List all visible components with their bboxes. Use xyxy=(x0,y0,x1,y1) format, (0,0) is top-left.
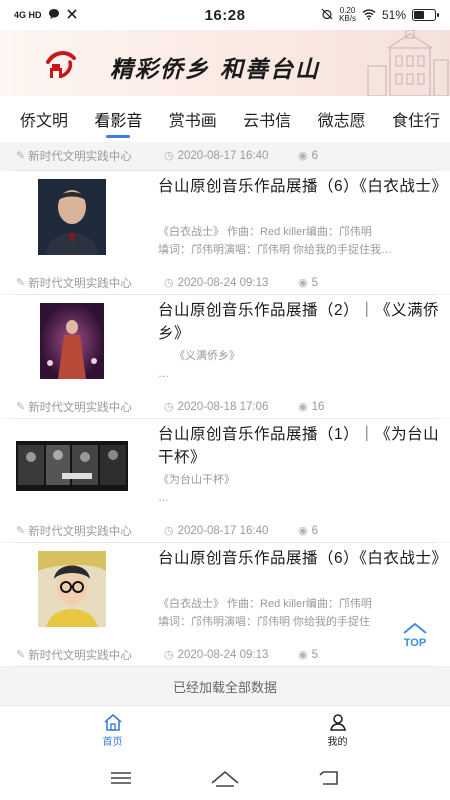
divider xyxy=(14,666,436,667)
clock-icon: ◷ xyxy=(164,524,174,537)
battery-percent: 51% xyxy=(381,8,406,22)
item-meta: ✎ 新时代文明实践中心 ◷ 2020-08-18 17:06 ◉ 16 xyxy=(16,400,325,414)
all-loaded-text: 已经加载全部数据 xyxy=(172,680,277,695)
nav-mine[interactable]: 我的 xyxy=(225,706,450,755)
signal-indicator: 4G HD xyxy=(14,9,42,20)
video-list: ✎ 新时代文明实践中心 ◷ 2020-08-17 16:40 ◉ 6 台山原创音乐作品… xyxy=(0,142,450,705)
wifi-icon xyxy=(362,8,376,23)
network-speed: 0.20 KB/s xyxy=(339,6,356,23)
item-title[interactable]: 台山原创音乐作品展播（1）｜《为台山干杯》 xyxy=(158,423,440,469)
bottom-nav: 首页 我的 xyxy=(0,705,450,755)
item-title[interactable]: 台山原创音乐作品展播（6）《白衣战士》 xyxy=(158,175,447,198)
home-icon xyxy=(103,713,122,731)
item-meta: ✎ 新时代文明实践中心 ◷ 2020-08-17 16:40 ◉ 6 xyxy=(16,149,319,163)
clock-icon: ◷ xyxy=(164,648,174,661)
video-thumbnail[interactable] xyxy=(16,179,128,255)
clock: 16:28 xyxy=(204,6,246,24)
chat-icon xyxy=(48,8,60,23)
clock-icon: ◷ xyxy=(164,149,174,162)
item-meta: ✎ 新时代文明实践中心 ◷ 2020-08-17 16:40 ◉ 6 xyxy=(16,524,319,538)
item-description: 《白衣战士》 作曲：Red killer编曲：邝伟明 填词：邝伟明演唱：邝伟明 … xyxy=(158,598,372,628)
logo-icon xyxy=(46,51,76,79)
user-icon xyxy=(329,714,346,731)
clock-icon: ◷ xyxy=(164,276,174,289)
eye-icon: ◉ xyxy=(298,276,308,289)
banner-title: 精彩侨乡 和善台山 xyxy=(110,56,321,83)
pencil-icon: ✎ xyxy=(16,400,26,413)
battery-icon xyxy=(412,9,439,21)
alarm-off-icon xyxy=(321,8,333,23)
eye-icon: ◉ xyxy=(298,648,308,661)
video-thumbnail[interactable] xyxy=(16,427,128,503)
item-meta: ✎ 新时代文明实践中心 ◷ 2020-08-24 09:13 ◉ 5 xyxy=(16,276,319,290)
item-description: 《义满侨乡》 … xyxy=(158,350,240,380)
item-title[interactable]: 台山原创音乐作品展播（6）《白衣战士》 xyxy=(158,547,447,570)
tab-shi-zhuxing[interactable]: 食住行 xyxy=(392,104,440,140)
list-item[interactable]: 台山原创音乐作品展播（2）｜《义满侨乡》 《义满侨乡》 … ✎ 新时代文明实践中心… xyxy=(0,295,450,418)
eye-icon: ◉ xyxy=(298,524,308,537)
video-thumbnail[interactable] xyxy=(16,551,128,627)
eye-icon: ◉ xyxy=(298,149,308,162)
nav-home[interactable]: 首页 xyxy=(0,706,225,755)
list-item[interactable]: 台山原创音乐作品展播（1）｜《为台山干杯》 《为台山干杯》 … ✎ 新时代文明实践… xyxy=(0,419,450,542)
home-outline-icon[interactable] xyxy=(210,769,240,787)
list-item[interactable]: 台山原创音乐作品展播（6）《白衣战士》 《白衣战士》 作曲：Red killer… xyxy=(0,543,450,666)
pencil-icon: ✎ xyxy=(16,524,26,537)
category-tabs: 侨文明 看影音 赏书画 云书信 微志愿 食住行 xyxy=(0,104,450,140)
tab-qiao-wenming[interactable]: 侨文明 xyxy=(20,104,68,140)
status-bar: 4G HD 16:28 0.20 KB/s 51% xyxy=(0,0,450,30)
tab-wei-zhiyuan[interactable]: 微志愿 xyxy=(318,104,366,140)
video-thumbnail[interactable] xyxy=(16,303,128,379)
item-meta: ✎ 新时代文明实践中心 ◷ 2020-08-24 09:13 ◉ 5 xyxy=(16,648,319,662)
pencil-icon: ✎ xyxy=(16,276,26,289)
menu-icon[interactable] xyxy=(109,770,133,786)
header-banner: 精彩侨乡 和善台山 xyxy=(0,30,450,96)
tab-kan-yingyin[interactable]: 看影音 xyxy=(94,104,142,140)
chevron-up-icon xyxy=(403,622,427,634)
back-to-top-button[interactable]: TOP xyxy=(400,622,430,649)
item-description: 《白衣战士》 作曲：Red killer编曲：邝伟明 填词：邝伟明演唱：邝伟明 … xyxy=(158,226,393,256)
building-illustration xyxy=(367,30,449,96)
item-title[interactable]: 台山原创音乐作品展播（2）｜《义满侨乡》 xyxy=(158,299,440,345)
eye-icon: ◉ xyxy=(298,400,308,413)
system-nav-bar xyxy=(0,755,450,800)
list-item[interactable]: 台山原创音乐作品展播（6）《白衣战士》 《白衣战士》 作曲：Red killer… xyxy=(0,171,450,294)
tab-yun-shuxin[interactable]: 云书信 xyxy=(243,104,291,140)
item-description: 《为台山干杯》 … xyxy=(158,474,235,504)
tab-shang-shuhua[interactable]: 赏书画 xyxy=(169,104,217,140)
tools-icon xyxy=(66,8,78,23)
pencil-icon: ✎ xyxy=(16,149,26,162)
clock-icon: ◷ xyxy=(164,400,174,413)
pencil-icon: ✎ xyxy=(16,648,26,661)
back-icon[interactable] xyxy=(317,769,341,787)
